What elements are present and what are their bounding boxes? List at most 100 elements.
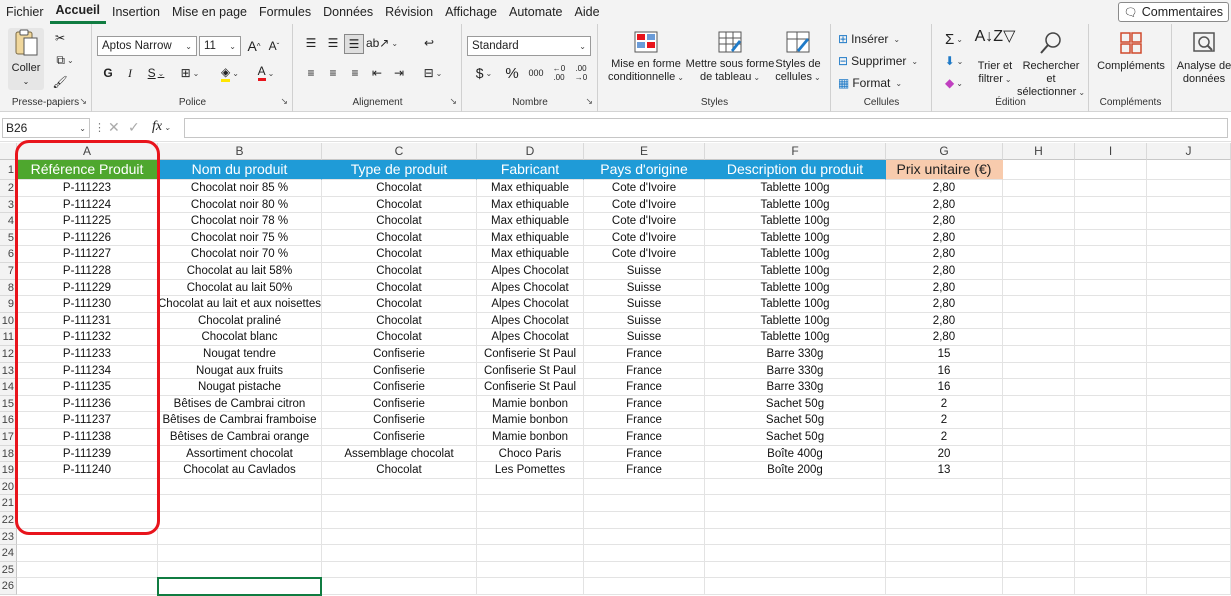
table-cell[interactable] [1075,346,1147,363]
table-cell[interactable]: Cote d'Ivoire [584,246,705,263]
row-header[interactable]: 18 [0,445,17,463]
table-cell[interactable]: P-111227 [17,246,158,263]
table-cell[interactable]: P-111236 [17,395,158,413]
table-cell[interactable] [1003,263,1075,280]
table-cell[interactable] [1003,578,1075,595]
table-cell[interactable] [1147,528,1231,546]
table-cell[interactable]: P-111223 [17,180,158,197]
row-header[interactable]: 1 [0,160,17,180]
table-cell[interactable]: Alpes Chocolat [477,279,584,297]
table-cell[interactable]: 2,80 [886,312,1003,330]
table-cell[interactable] [1147,296,1231,313]
align-top-icon[interactable]: ☰ [302,34,320,52]
table-cell[interactable]: Cote d'Ivoire [584,213,705,230]
table-cell[interactable]: Confiserie [322,346,477,363]
table-cell[interactable] [477,495,584,512]
confirm-icon[interactable]: ✓ [128,119,140,136]
row-header[interactable]: 20 [0,478,17,496]
row-header[interactable]: 24 [0,545,17,562]
table-cell[interactable]: France [584,379,705,396]
table-cell[interactable] [1003,429,1075,446]
copy-icon[interactable]: ⧉ ⌄ [52,52,78,68]
table-cell[interactable]: Chocolat au lait 58% [158,263,322,280]
table-cell[interactable] [886,495,1003,512]
table-cell[interactable] [322,528,477,546]
table-cell[interactable]: France [584,362,705,380]
table-cell[interactable] [886,478,1003,496]
table-cell[interactable] [477,478,584,496]
increase-decimal-button[interactable]: ←0 .00 [549,62,569,84]
table-cell[interactable]: Tablette 100g [705,312,886,330]
table-cell[interactable]: Chocolat [322,196,477,214]
decrease-indent-icon[interactable]: ⇤ [368,64,386,82]
table-cell[interactable] [1075,329,1147,346]
table-cell[interactable] [705,545,886,562]
table-cell[interactable]: Chocolat [322,213,477,230]
row-header[interactable]: 21 [0,495,17,512]
autosum-button[interactable]: Σ ⌄ [939,30,969,48]
table-cell[interactable] [1003,462,1075,479]
find-select-button[interactable]: Rechercher et sélectionner ⌄ [1017,30,1085,99]
table-cell[interactable]: 16 [886,362,1003,380]
table-cell[interactable]: France [584,462,705,479]
dialog-launcher-icon[interactable]: ↘ [79,96,87,107]
table-cell[interactable]: France [584,346,705,363]
delete-cells-button[interactable]: ⊟ Supprimer ⌄ [838,52,928,70]
table-cell[interactable]: 2,80 [886,196,1003,214]
percent-button[interactable]: % [503,64,521,82]
table-cell[interactable] [1147,578,1231,595]
table-cell[interactable] [1075,445,1147,463]
table-cell[interactable]: France [584,445,705,463]
table-cell[interactable] [1147,180,1231,197]
table-cell[interactable] [158,528,322,546]
table-cell[interactable]: Chocolat [322,312,477,330]
table-cell[interactable]: Confiserie [322,429,477,446]
table-cell[interactable]: 2,80 [886,180,1003,197]
fill-color-button[interactable]: ◈ ⌄ [215,64,245,82]
table-cell[interactable]: Tablette 100g [705,296,886,313]
table-cell[interactable]: Chocolat blanc [158,329,322,346]
wrap-text-icon[interactable]: ↩ [420,34,438,52]
table-cell[interactable]: Alpes Chocolat [477,263,584,280]
header-cell[interactable]: Fabricant [477,160,584,180]
table-cell[interactable] [705,578,886,595]
table-cell[interactable]: P-111239 [17,445,158,463]
table-cell[interactable]: Mamie bonbon [477,429,584,446]
table-cell[interactable]: P-111234 [17,362,158,380]
table-cell[interactable] [886,561,1003,579]
table-cell[interactable] [1075,528,1147,546]
table-cell[interactable] [1147,478,1231,496]
table-cell[interactable] [17,478,158,496]
table-cell[interactable]: Mamie bonbon [477,395,584,413]
table-cell[interactable] [1147,561,1231,579]
table-cell[interactable]: Alpes Chocolat [477,296,584,313]
menu-item-3[interactable]: Insertion [106,0,166,24]
decrease-decimal-button[interactable]: .00 →0 [571,62,591,84]
row-header[interactable]: 25 [0,561,17,579]
table-cell[interactable]: Chocolat [322,180,477,197]
conditional-formatting-button[interactable]: Mise en forme conditionnelle ⌄ [603,30,689,84]
table-cell[interactable]: Tablette 100g [705,279,886,297]
row-header[interactable]: 12 [0,346,17,363]
table-cell[interactable]: Alpes Chocolat [477,312,584,330]
table-cell[interactable]: P-111238 [17,429,158,446]
fill-button[interactable]: ⬇ ⌄ [939,52,969,70]
table-cell[interactable]: Sachet 50g [705,395,886,413]
table-cell[interactable]: Chocolat au lait 50% [158,279,322,297]
format-cells-button[interactable]: ▦ Format ⌄ [838,74,928,92]
table-cell[interactable]: Tablette 100g [705,180,886,197]
table-cell[interactable]: France [584,429,705,446]
table-cell[interactable]: Tablette 100g [705,196,886,214]
table-cell[interactable] [17,578,158,595]
table-cell[interactable]: Max ethiquable [477,196,584,214]
table-cell[interactable] [1075,196,1147,214]
row-header[interactable]: 23 [0,528,17,546]
align-left-icon[interactable]: ≡ [302,64,320,82]
table-cell[interactable] [1003,495,1075,512]
paste-button[interactable]: Coller ⌄ [8,28,44,90]
cell-styles-button[interactable]: Styles de cellules ⌄ [771,30,825,84]
row-header[interactable]: 13 [0,362,17,380]
table-cell[interactable] [1003,180,1075,197]
table-cell[interactable]: Chocolat [322,263,477,280]
column-header-a[interactable]: A [17,143,158,160]
